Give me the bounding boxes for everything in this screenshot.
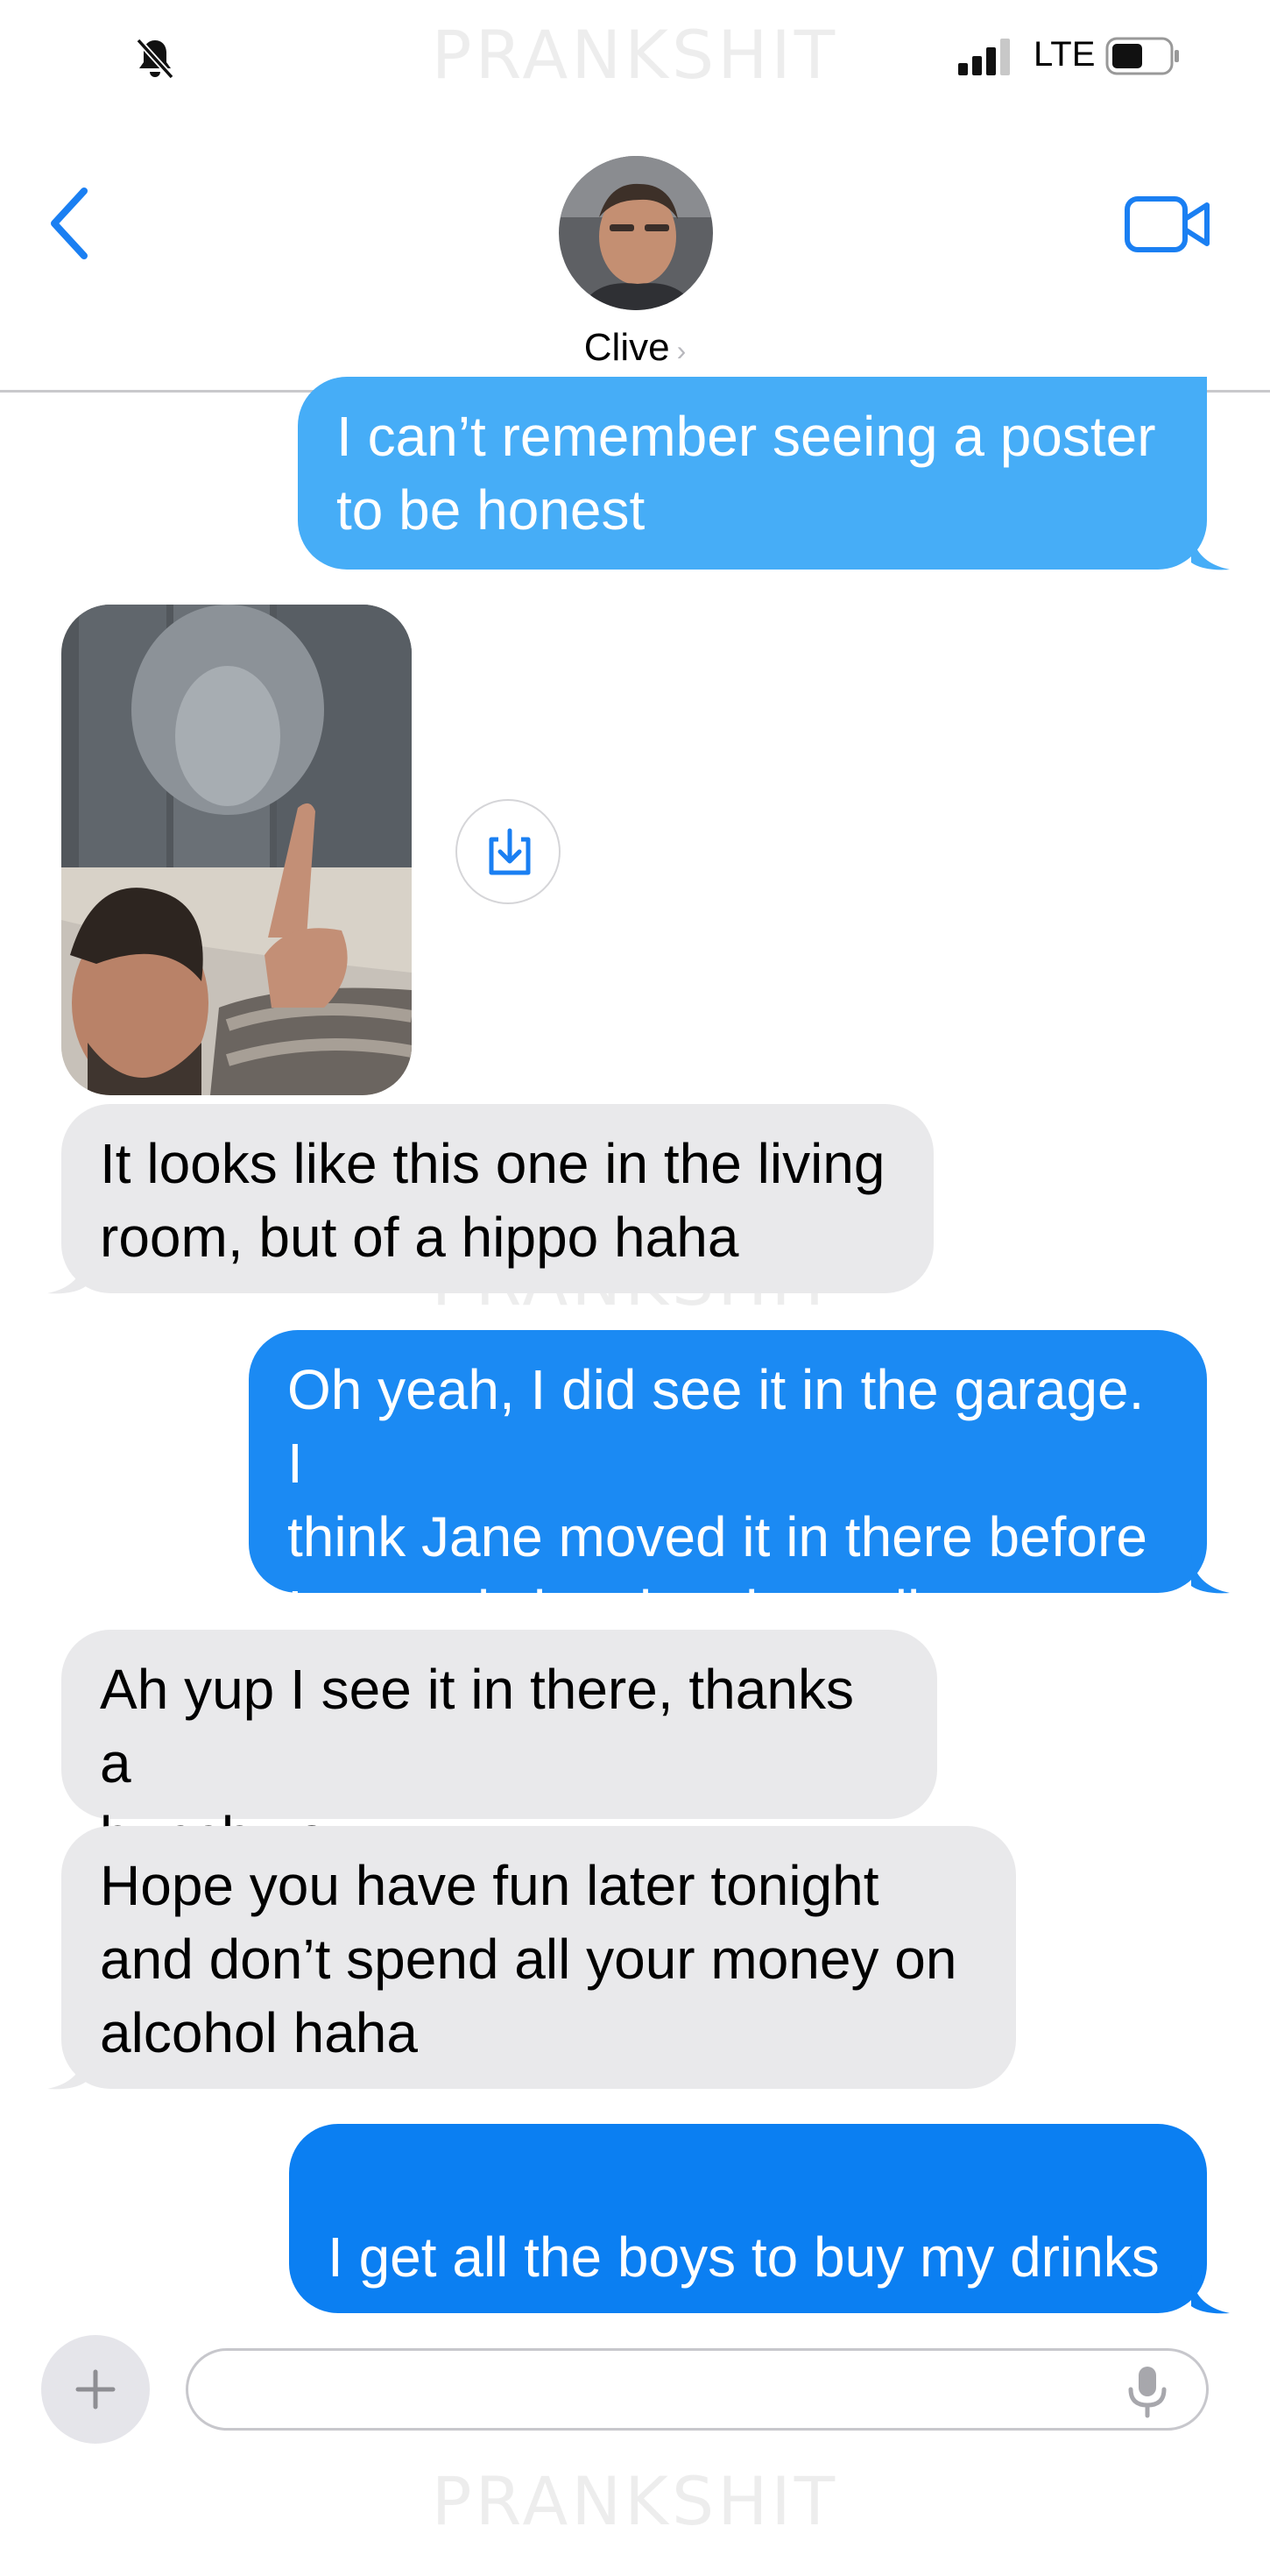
contact-avatar[interactable] (559, 156, 713, 310)
battery-icon (1105, 37, 1179, 75)
save-photo-button[interactable] (455, 799, 561, 904)
download-icon (489, 828, 531, 875)
back-chevron-icon[interactable] (47, 186, 91, 261)
cellular-signal-icon (958, 39, 1010, 75)
message-bubble-outgoing[interactable]: Oh yeah, I did see it in the garage. I t… (249, 1330, 1207, 1642)
message-text: I get all the boys to buy my drinks (328, 2226, 1160, 2289)
photo-attachment[interactable] (61, 605, 412, 1095)
plus-icon (75, 2369, 116, 2410)
message-bubble-incoming[interactable]: Hope you have fun later tonight and don’… (61, 1826, 1016, 2089)
message-bubble-incoming[interactable]: Ah yup I see it in there, thanks a bunch… (61, 1630, 937, 1868)
contact-name[interactable]: Clive › (0, 326, 1270, 370)
status-bar: LTE (0, 0, 1270, 80)
bubble-tail (1191, 1554, 1230, 1594)
message-bubble-outgoing[interactable]: I get all the boys to buy my drinks 😉 (289, 2124, 1207, 2438)
network-type-label: LTE (1034, 35, 1096, 74)
message-bubble-incoming[interactable]: It looks like this one in the living roo… (61, 1104, 934, 1293)
watermark-bottom: PRANKSHIT (431, 2462, 839, 2540)
message-input[interactable] (220, 2351, 1134, 2430)
apps-plus-button[interactable] (41, 2335, 150, 2444)
microphone-icon[interactable] (1125, 2365, 1169, 2419)
chevron-right-icon: › (676, 335, 687, 366)
bubble-tail (1191, 2275, 1230, 2314)
bubble-tail (1191, 531, 1230, 570)
bubble-tail (47, 2050, 86, 2090)
bubble-tail (47, 1255, 86, 1294)
message-bubble-outgoing[interactable]: I can’t remember seeing a poster to be h… (298, 377, 1207, 570)
facetime-video-icon[interactable] (1125, 196, 1212, 252)
do-not-disturb-bell-icon (136, 38, 174, 80)
contact-name-label: Clive (583, 326, 670, 369)
message-input-field[interactable] (186, 2348, 1209, 2431)
